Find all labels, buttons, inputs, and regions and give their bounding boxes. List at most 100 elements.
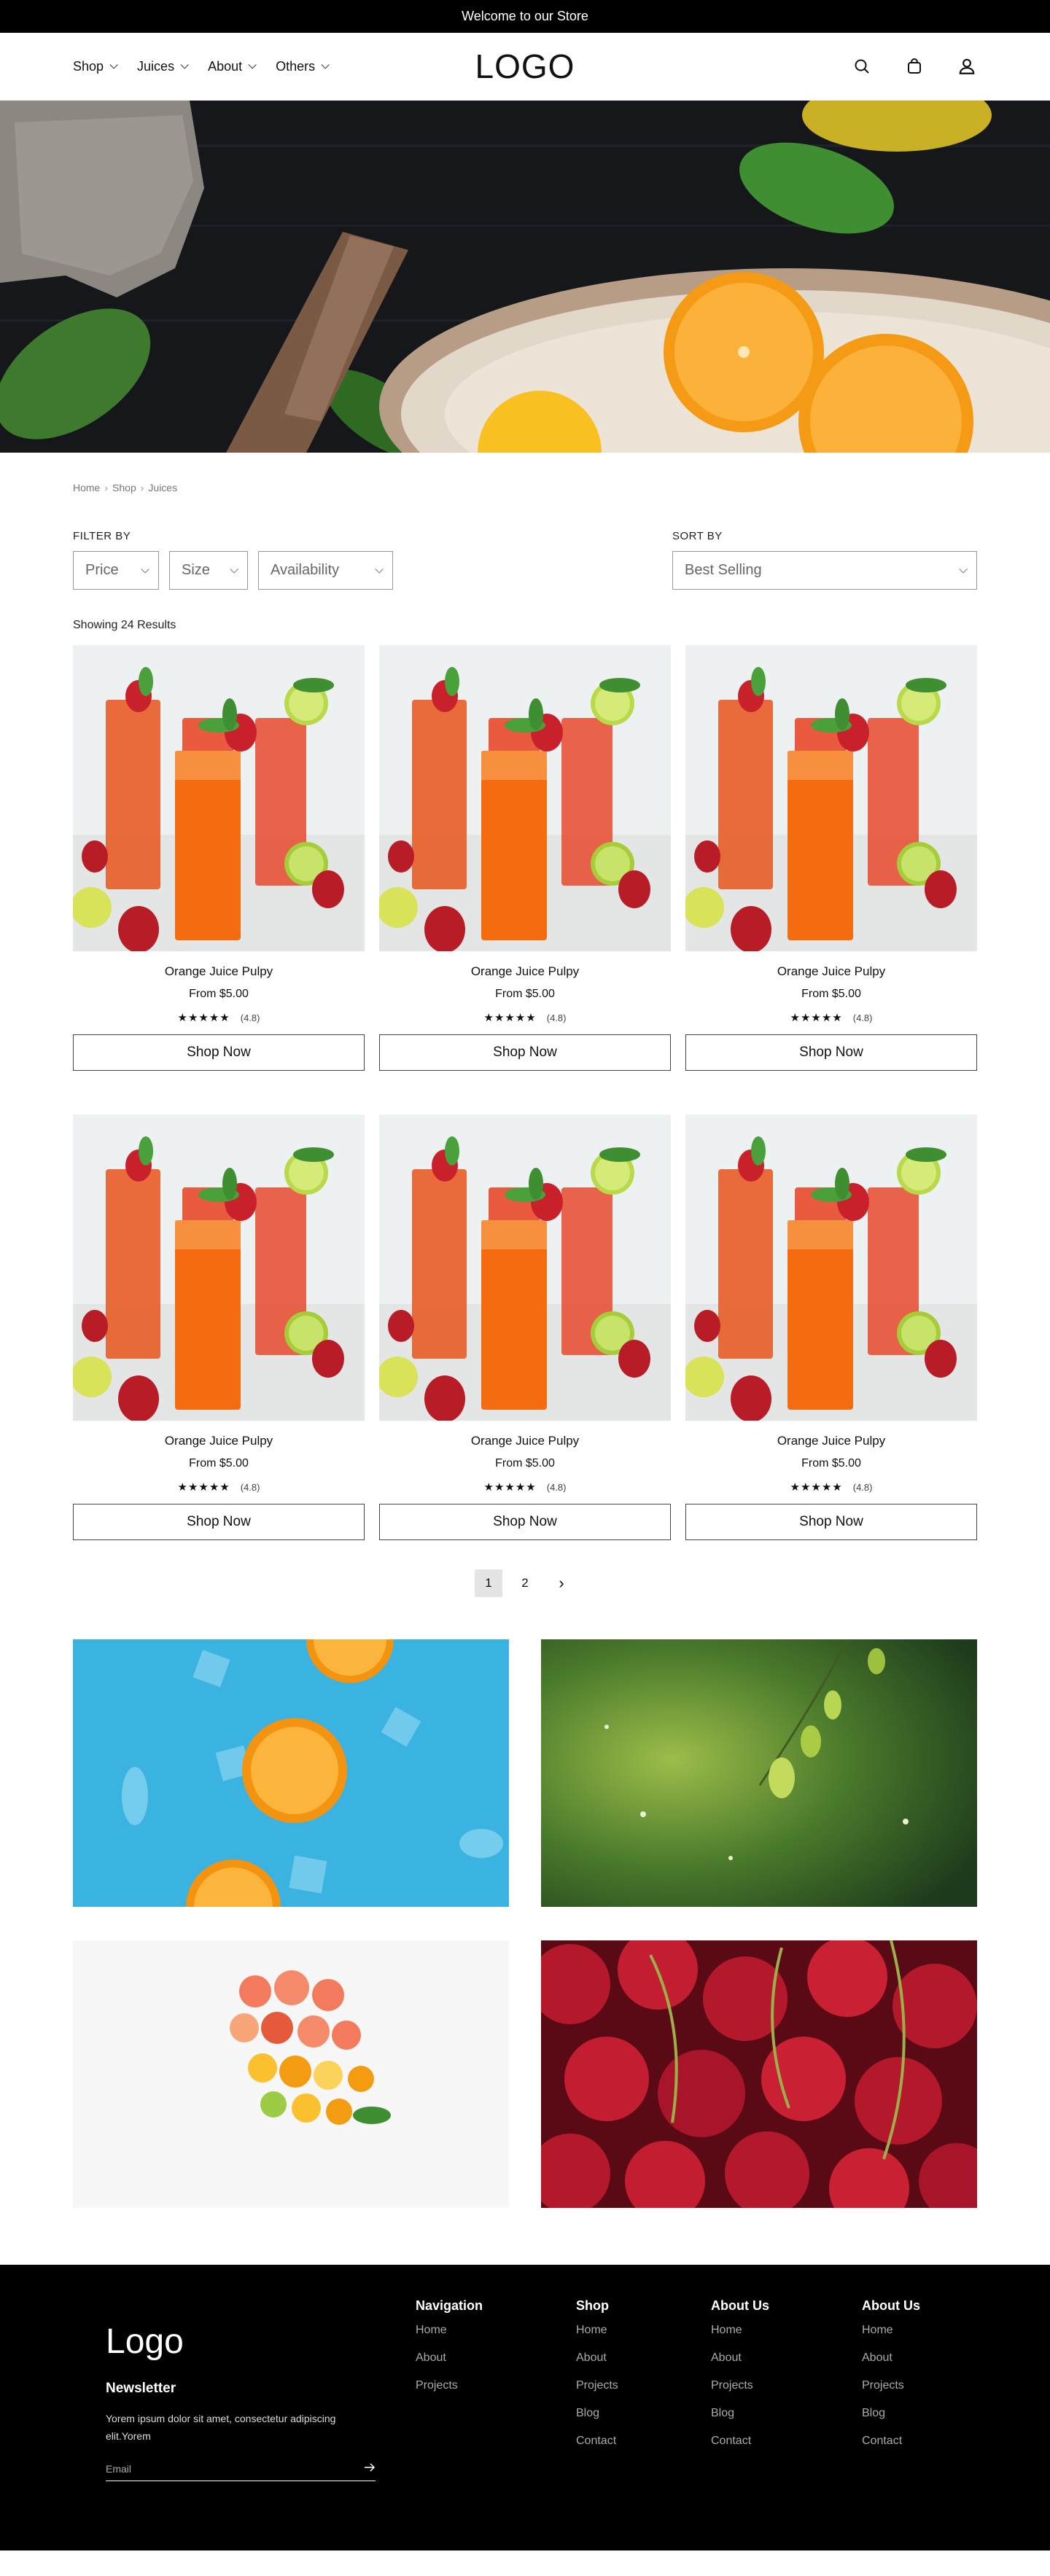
product-image[interactable] <box>379 645 671 951</box>
sort-select[interactable]: Best Selling <box>672 551 977 590</box>
product-image[interactable] <box>685 645 977 951</box>
product-image[interactable] <box>685 1115 977 1421</box>
product-name[interactable]: Orange Juice Pulpy <box>777 1434 885 1448</box>
product-card[interactable]: Orange Juice Pulpy From $5.00 ★★★★★ (4.8… <box>379 1115 671 1540</box>
product-rating: ★★★★★ (4.8) <box>790 1011 873 1024</box>
nav-item-juices[interactable]: Juices <box>137 59 189 74</box>
footer-link[interactable]: Projects <box>862 2379 920 2392</box>
chevron-right-icon: › <box>140 482 144 493</box>
footer-logo[interactable]: Logo <box>106 2322 376 2362</box>
product-name[interactable]: Orange Juice Pulpy <box>777 964 885 979</box>
product-card[interactable]: Orange Juice Pulpy From $5.00 ★★★★★ (4.8… <box>73 645 365 1071</box>
price-filter[interactable]: Price <box>73 551 159 590</box>
product-price: From $5.00 <box>189 988 249 1000</box>
footer-link[interactable]: Projects <box>576 2379 618 2392</box>
page-2-button[interactable]: 2 <box>511 1569 539 1597</box>
shop-now-button[interactable]: Shop Now <box>685 1034 977 1071</box>
chevron-down-icon <box>180 61 189 69</box>
bag-icon[interactable] <box>904 56 925 77</box>
sort-label: SORT BY <box>672 530 723 542</box>
chevron-down-icon <box>141 564 149 574</box>
product-rating: ★★★★★ (4.8) <box>178 1480 260 1494</box>
nav-item-others[interactable]: Others <box>276 59 330 74</box>
site-header: Shop Juices About Others LOGO <box>0 33 1050 101</box>
shop-now-button[interactable]: Shop Now <box>685 1504 977 1540</box>
product-name[interactable]: Orange Juice Pulpy <box>471 1434 579 1448</box>
site-logo[interactable]: LOGO <box>475 47 575 86</box>
footer-link[interactable]: Blog <box>862 2407 920 2420</box>
star-rating-icon: ★★★★★ <box>790 1481 843 1494</box>
breadcrumb-juices[interactable]: Juices <box>148 482 177 493</box>
product-name[interactable]: Orange Juice Pulpy <box>165 964 273 979</box>
product-price: From $5.00 <box>495 988 555 1000</box>
footer-link[interactable]: Home <box>576 2324 618 2337</box>
footer-link[interactable]: Contact <box>576 2435 618 2448</box>
announcement-bar: Welcome to our Store <box>0 0 1050 33</box>
chevron-down-icon <box>248 61 257 69</box>
page-1-button[interactable]: 1 <box>475 1569 502 1597</box>
rating-value: (4.8) <box>852 1012 873 1023</box>
breadcrumb-shop[interactable]: Shop <box>112 482 136 493</box>
site-footer: Logo Newsletter Yorem ipsum dolor sit am… <box>0 2265 1050 2550</box>
product-image[interactable] <box>73 645 365 951</box>
footer-link[interactable]: About <box>862 2351 920 2365</box>
hero-image <box>0 101 1050 453</box>
footer-link[interactable]: About <box>576 2351 618 2365</box>
footer-column: Navigation Home About Projects <box>416 2298 483 2407</box>
results-count: Showing 24 Results <box>73 619 176 631</box>
nav-item-about[interactable]: About <box>208 58 257 74</box>
chevron-down-icon <box>109 61 118 69</box>
shop-now-button[interactable]: Shop Now <box>379 1034 671 1071</box>
footer-link[interactable]: Home <box>711 2324 769 2337</box>
price-filter-label: Price <box>85 562 119 578</box>
shop-now-button[interactable]: Shop Now <box>73 1504 365 1540</box>
shop-now-button[interactable]: Shop Now <box>379 1504 671 1540</box>
user-icon[interactable] <box>957 56 977 77</box>
footer-link[interactable]: Home <box>416 2324 483 2337</box>
footer-link[interactable]: Blog <box>576 2407 618 2420</box>
product-card[interactable]: Orange Juice Pulpy From $5.00 ★★★★★ (4.8… <box>685 645 977 1071</box>
availability-filter[interactable]: Availability <box>258 551 393 590</box>
availability-filter-label: Availability <box>271 562 340 578</box>
nav-item-shop[interactable]: Shop <box>73 59 118 74</box>
product-price: From $5.00 <box>495 1457 555 1470</box>
footer-link[interactable]: Blog <box>711 2407 769 2420</box>
breadcrumb-home[interactable]: Home <box>73 482 100 493</box>
chevron-down-icon <box>230 564 238 574</box>
size-filter[interactable]: Size <box>169 551 248 590</box>
rating-value: (4.8) <box>546 1481 567 1493</box>
product-price: From $5.00 <box>801 1457 861 1470</box>
footer-link[interactable]: About <box>711 2351 769 2365</box>
footer-link[interactable]: Contact <box>862 2435 920 2448</box>
product-image[interactable] <box>73 1115 365 1421</box>
footer-column-title: Navigation <box>416 2298 483 2313</box>
filter-group: FILTER BY Price Size Availability <box>73 530 393 590</box>
product-card[interactable]: Orange Juice Pulpy From $5.00 ★★★★★ (4.8… <box>73 1115 365 1540</box>
product-name[interactable]: Orange Juice Pulpy <box>165 1434 273 1448</box>
product-image[interactable] <box>379 1115 671 1421</box>
next-page-icon[interactable]: › <box>548 1569 575 1597</box>
sort-group: SORT BY Best Selling <box>672 530 977 590</box>
product-name[interactable]: Orange Juice Pulpy <box>471 964 579 979</box>
footer-column: Shop Home About Projects Blog Contact <box>576 2298 618 2462</box>
arrow-right-icon[interactable] <box>364 2462 376 2475</box>
shop-now-button[interactable]: Shop Now <box>73 1034 365 1071</box>
footer-link[interactable]: Projects <box>416 2379 483 2392</box>
email-input[interactable] <box>106 2462 339 2475</box>
footer-link[interactable]: Projects <box>711 2379 769 2392</box>
size-filter-label: Size <box>182 562 210 578</box>
main-content: Home › Shop › Juices FILTER BY Price Siz… <box>0 482 1050 2208</box>
footer-column-title: Shop <box>576 2298 609 2313</box>
footer-link[interactable]: Home <box>862 2324 920 2337</box>
product-card[interactable]: Orange Juice Pulpy From $5.00 ★★★★★ (4.8… <box>685 1115 977 1540</box>
product-card[interactable]: Orange Juice Pulpy From $5.00 ★★★★★ (4.8… <box>379 645 671 1071</box>
footer-link[interactable]: Contact <box>711 2435 769 2448</box>
product-price: From $5.00 <box>189 1457 249 1470</box>
footer-link[interactable]: About <box>416 2351 483 2365</box>
rating-value: (4.8) <box>546 1012 567 1023</box>
footer-column: About Us Home About Projects Blog Contact <box>862 2298 920 2462</box>
nav-label: About <box>208 58 243 74</box>
filter-label: FILTER BY <box>73 530 131 542</box>
hero-banner <box>0 101 1050 453</box>
search-icon[interactable] <box>852 56 872 77</box>
